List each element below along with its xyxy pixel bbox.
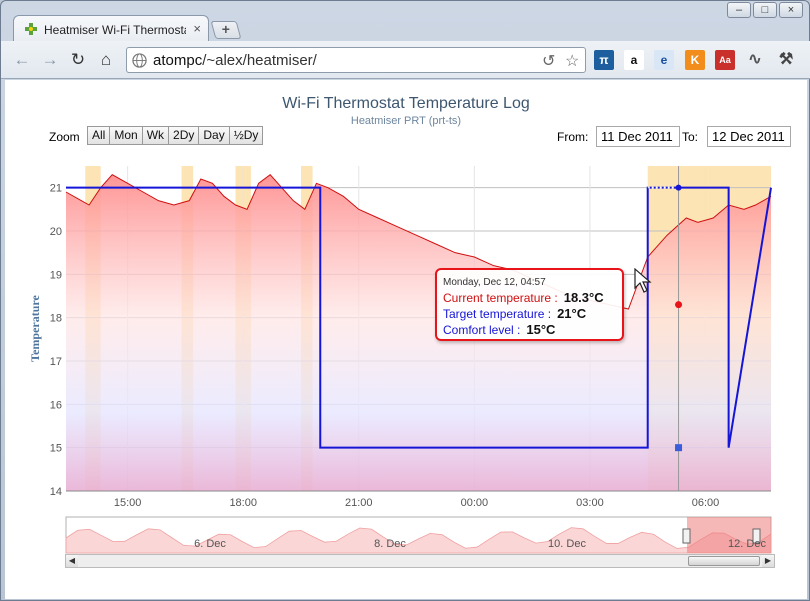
pi-extension-icon[interactable]: π <box>594 50 614 70</box>
tab-close-icon[interactable]: × <box>193 21 201 36</box>
from-date-input[interactable]: 11 Dec 2011 <box>596 126 680 147</box>
url-path: /~alex/heatmiser/ <box>202 52 317 69</box>
comfort-marker <box>675 444 683 452</box>
zoom-button-2dy[interactable]: 2Dy <box>168 126 200 145</box>
tooltip-target-value: 21°C <box>557 306 587 321</box>
klout-extension-icon[interactable]: K <box>685 50 705 70</box>
y-tick-label: 17 <box>50 356 62 368</box>
amazon-extension-icon[interactable]: a <box>624 50 644 70</box>
globe-icon <box>132 53 147 68</box>
wrench-menu-icon[interactable]: ⚒ <box>776 50 796 70</box>
browser-window: Heatmiser Wi-Fi Thermostat × + – □ × ← →… <box>0 0 810 601</box>
plus-icon: + <box>221 21 230 37</box>
scrollbar-thumb[interactable] <box>688 556 760 566</box>
zoom-button-halfday[interactable]: ½Dy <box>228 126 264 145</box>
minimize-button[interactable]: – <box>727 2 751 18</box>
tooltip-current-label: Current temperature : <box>443 291 558 305</box>
zoom-label: Zoom <box>49 130 80 144</box>
y-tick-label: 14 <box>50 486 62 498</box>
mouse-cursor-icon <box>634 268 652 293</box>
browser-toolbar: ← → ↻ ⌂ atompc/~alex/heatmiser/ ↺ ☆ π a … <box>1 41 810 79</box>
zoom-button-all[interactable]: All <box>87 126 111 145</box>
scroll-left-arrow-icon[interactable]: ◀ <box>66 555 78 567</box>
tab-strip: Heatmiser Wi-Fi Thermostat × + – □ × <box>1 1 810 42</box>
x-tick-label: 21:00 <box>345 497 373 509</box>
address-bar[interactable]: atompc/~alex/heatmiser/ ↺ ☆ <box>126 47 586 73</box>
tooltip-header: Monday, Dec 12, 04:57 <box>443 277 546 288</box>
to-date-input[interactable]: 12 Dec 2011 <box>707 126 791 147</box>
navigator-date-label: 10. Dec <box>548 538 586 550</box>
scroll-right-arrow-icon[interactable]: ▶ <box>762 555 774 567</box>
y-tick-label: 21 <box>50 183 62 195</box>
close-window-button[interactable]: × <box>779 2 803 18</box>
tooltip-comfort-row: Comfort level : 15°C <box>443 322 622 338</box>
navigator-scrollbar[interactable]: ◀ ▶ <box>65 554 775 568</box>
navigator-date-label: 8. Dec <box>374 538 406 550</box>
chart-tooltip: Monday, Dec 12, 04:57 Current temperatur… <box>435 268 624 341</box>
x-tick-label: 00:00 <box>461 497 489 509</box>
navigator-left-handle <box>682 528 691 544</box>
tooltip-comfort-label: Comfort level : <box>443 323 521 337</box>
temperature-chart: 14 15 16 17 18 19 20 21 15:00 18:00 21:00 00:00 03:0… <box>28 166 772 554</box>
window-controls: – □ × <box>727 2 803 18</box>
forward-arrow-icon[interactable]: → <box>39 49 61 71</box>
tooltip-current-row: Current temperature : 18.3°C <box>443 290 622 306</box>
url-host: atompc <box>153 52 203 69</box>
maximize-button[interactable]: □ <box>753 2 777 18</box>
page-action-icon[interactable]: ↺ <box>542 51 555 71</box>
x-tick-label: 15:00 <box>114 497 142 509</box>
zoom-button-mon[interactable]: Mon <box>109 126 143 145</box>
tooltip-comfort-value: 15°C <box>526 322 556 337</box>
url-text: atompc/~alex/heatmiser/ <box>153 52 317 69</box>
heatmiser-favicon-icon <box>25 23 37 35</box>
tooltip-target-label: Target temperature : <box>443 307 552 321</box>
home-icon[interactable]: ⌂ <box>95 49 117 71</box>
to-label: To: <box>682 130 699 144</box>
browser-tab[interactable]: Heatmiser Wi-Fi Thermostat × <box>13 15 209 42</box>
new-tab-button[interactable]: + <box>210 21 242 39</box>
x-tick-label: 18:00 <box>229 497 257 509</box>
y-tick-label: 20 <box>50 226 62 238</box>
tooltip-target-row: Target temperature : 21°C <box>443 306 622 322</box>
page-content: 14 15 16 17 18 19 20 21 15:00 18:00 21:00 00:00 03:0… <box>5 80 807 599</box>
y-tick-label: 19 <box>50 269 62 281</box>
x-tick-label: 03:00 <box>576 497 604 509</box>
back-arrow-icon[interactable]: ← <box>11 49 33 71</box>
zoom-button-group: All Mon Wk 2Dy Day ½Dy <box>87 126 264 145</box>
tab-title: Heatmiser Wi-Fi Thermostat <box>44 23 186 37</box>
navigator-date-label: 6. Dec <box>194 538 226 550</box>
reload-icon[interactable]: ↻ <box>67 49 89 71</box>
dictionary-extension-icon[interactable]: Aa <box>715 50 735 70</box>
navigator-date-label: 12. Dec <box>728 538 766 550</box>
target-marker <box>675 184 682 191</box>
y-tick-label: 18 <box>50 313 62 325</box>
y-axis-title: Temperature <box>28 294 42 361</box>
tooltip-current-value: 18.3°C <box>563 290 604 305</box>
current-marker <box>675 301 683 309</box>
from-label: From: <box>557 130 589 144</box>
zoom-button-wk[interactable]: Wk <box>141 126 170 145</box>
y-tick-label: 16 <box>50 399 62 411</box>
bookmark-star-icon[interactable]: ☆ <box>565 51 579 71</box>
x-tick-label: 06:00 <box>692 497 720 509</box>
zoom-button-day[interactable]: Day <box>198 126 230 145</box>
ie-tab-extension-icon[interactable]: e <box>654 50 674 70</box>
pulse-extension-icon[interactable]: ∿ <box>745 50 765 70</box>
y-tick-label: 15 <box>50 443 62 455</box>
chart-title: Wi-Fi Thermostat Temperature Log <box>282 95 530 112</box>
